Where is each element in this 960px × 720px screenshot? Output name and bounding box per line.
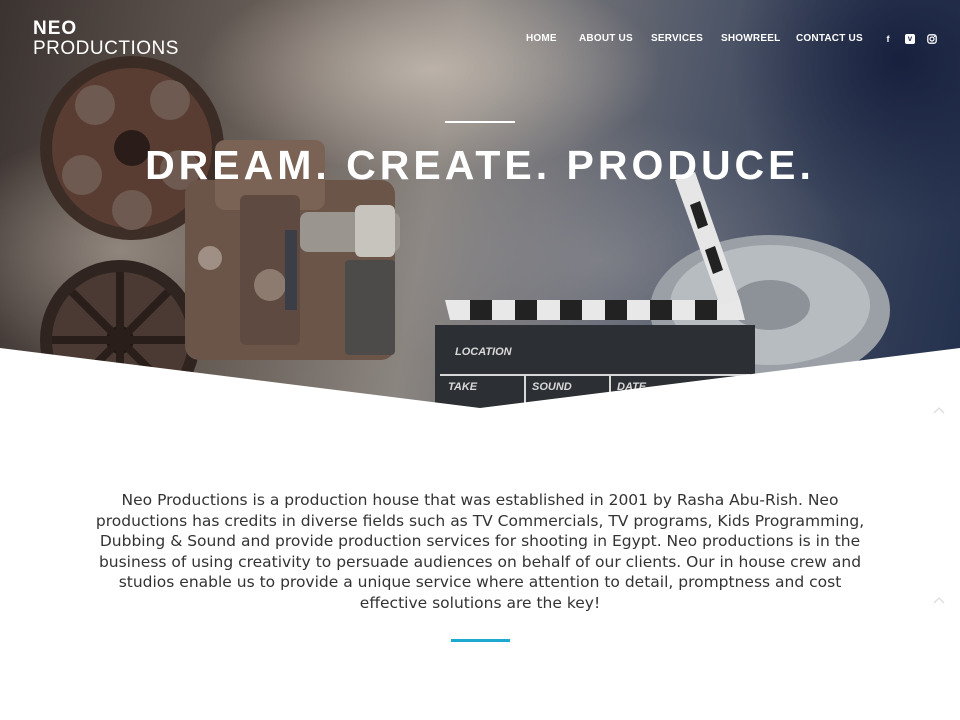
nav-showreel[interactable]: SHOWREEL xyxy=(721,33,780,44)
clapper-sound-label: SOUND xyxy=(532,381,572,393)
nav-services[interactable]: SERVICES xyxy=(651,33,703,44)
clapper-location-label: LOCATION xyxy=(455,346,513,358)
about-paragraph: Neo Productions is a production house th… xyxy=(95,491,865,612)
hero-divider xyxy=(445,121,515,123)
facebook-icon[interactable]: f xyxy=(883,34,893,44)
scroll-up-button-secondary[interactable] xyxy=(928,590,950,612)
hero-headline: DREAM. CREATE. PRODUCE. xyxy=(145,142,815,188)
film-equipment-illustration: LOCATION TAKE SOUND DATE xyxy=(0,56,960,410)
main-navigation: HOME ABOUT US SERVICES SHOWREEL CONTACT … xyxy=(0,33,960,47)
instagram-icon[interactable] xyxy=(927,34,937,44)
vimeo-icon[interactable]: v xyxy=(905,34,915,44)
scroll-up-button[interactable] xyxy=(928,400,950,422)
chevron-up-icon xyxy=(933,597,945,604)
hero-banner: LOCATION TAKE SOUND DATE NEO PRODUCTIONS… xyxy=(0,0,960,410)
nav-home[interactable]: HOME xyxy=(526,33,557,44)
nav-contact-us[interactable]: CONTACT US xyxy=(796,33,863,44)
nav-about-us[interactable]: ABOUT US xyxy=(579,33,633,44)
chevron-up-icon xyxy=(933,407,945,414)
clapper-take-label: TAKE xyxy=(448,381,478,393)
accent-divider xyxy=(451,639,510,642)
